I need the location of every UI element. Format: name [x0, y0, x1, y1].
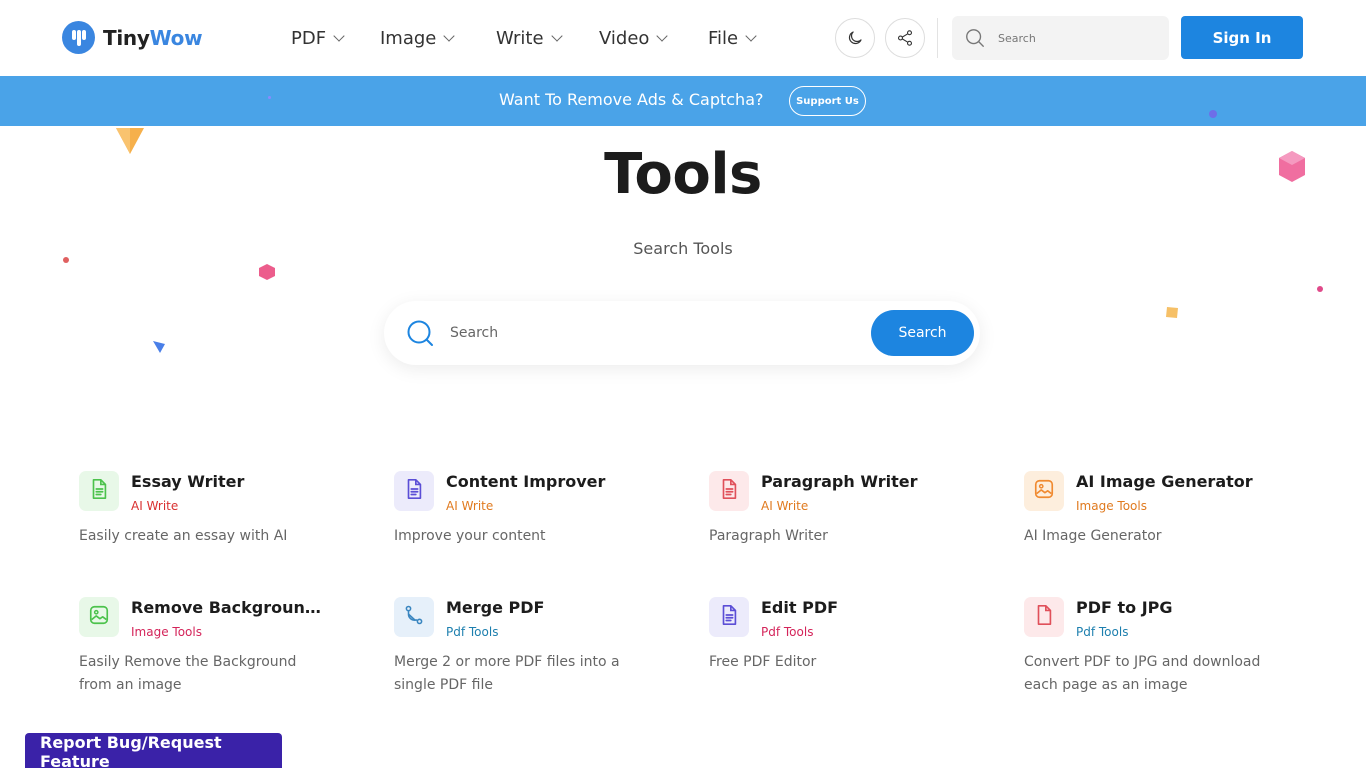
document-icon [718, 604, 740, 630]
nav-image-label: Image [380, 27, 437, 49]
tool-icon-wrap [709, 471, 749, 511]
tool-name[interactable]: Paragraph Writer [761, 472, 951, 491]
tool-icon-wrap [79, 471, 119, 511]
tool-icon-wrap [1024, 471, 1064, 511]
document-icon [88, 478, 110, 504]
document-icon [718, 478, 740, 504]
tool-category[interactable]: AI Write [761, 499, 808, 513]
decorative-dot [1209, 110, 1217, 118]
nav-file[interactable]: File [708, 24, 757, 52]
logo[interactable]: TinyWow [62, 21, 203, 54]
report-bug-button[interactable]: Report Bug/Request Feature [25, 733, 282, 768]
merge-icon [403, 604, 425, 630]
tool-icon-wrap [394, 471, 434, 511]
moon-icon [848, 31, 862, 45]
tool-description: Convert PDF to JPG and download each pag… [1024, 654, 1261, 693]
tool-icon-wrap [709, 597, 749, 637]
image-icon [88, 604, 110, 630]
decorative-shape [259, 264, 275, 280]
header-search [952, 16, 1169, 60]
search-icon [407, 320, 433, 346]
tool-description: Easily Remove the Background from an ima… [79, 654, 297, 693]
tool-description: Paragraph Writer [709, 528, 828, 544]
tool-category[interactable]: AI Write [131, 499, 178, 513]
tool-name[interactable]: Essay Writer [131, 472, 321, 491]
image-icon [1033, 478, 1055, 504]
logo-text-wow: Wow [149, 25, 203, 50]
nav-pdf-label: PDF [291, 27, 327, 49]
nav-video-label: Video [599, 27, 650, 49]
tool-description: Easily create an essay with AI [79, 528, 288, 544]
decorative-shape [1166, 307, 1178, 318]
tool-description: Merge 2 or more PDF files into a single … [394, 654, 620, 693]
tool-search-bar: Search [384, 301, 980, 365]
logo-icon [62, 21, 95, 54]
tool-search-button[interactable]: Search [871, 310, 974, 356]
decorative-shape [153, 341, 165, 353]
page-subtitle: Search Tools [633, 239, 733, 258]
chevron-down-icon [745, 30, 757, 42]
nav-image[interactable]: Image [380, 24, 456, 52]
chevron-down-icon [550, 30, 563, 42]
support-us-button[interactable]: Support Us [789, 86, 866, 116]
tool-description: AI Image Generator [1024, 528, 1162, 544]
promo-banner: Want To Remove Ads & Captcha? Support Us [0, 76, 1366, 126]
tool-category[interactable]: Image Tools [1076, 499, 1147, 513]
tool-name[interactable]: AI Image Generator [1076, 472, 1266, 491]
tool-icon-wrap [1024, 597, 1064, 637]
banner-text: Want To Remove Ads & Captcha? [499, 90, 764, 109]
nav-file-label: File [708, 27, 739, 49]
tool-name[interactable]: Merge PDF [446, 598, 636, 617]
tool-icon-wrap [394, 597, 434, 637]
document-icon [403, 478, 425, 504]
tool-category[interactable]: Image Tools [131, 625, 202, 639]
nav-pdf[interactable]: PDF [291, 24, 345, 52]
nav-video[interactable]: Video [599, 24, 669, 52]
tool-name[interactable]: PDF to JPG [1076, 598, 1266, 617]
nav-write-label: Write [496, 27, 544, 49]
page-title: Tools [604, 142, 762, 207]
tool-category[interactable]: AI Write [446, 499, 493, 513]
share-icon [897, 30, 913, 46]
decorative-dot [268, 96, 271, 99]
logo-text: TinyWow [103, 25, 203, 50]
tool-name[interactable]: Edit PDF [761, 598, 951, 617]
site-header: TinyWow PDF Image Write Video File Sign … [0, 0, 1366, 76]
tool-name[interactable]: Content Improver [446, 472, 636, 491]
tool-search-input[interactable] [450, 321, 830, 345]
logo-text-tiny: Tiny [103, 25, 150, 50]
tool-icon-wrap [79, 597, 119, 637]
share-button[interactable] [885, 18, 925, 58]
decorative-dot [1317, 286, 1323, 292]
header-divider [937, 18, 938, 58]
tool-name[interactable]: Remove Background... [131, 598, 321, 617]
tool-category[interactable]: Pdf Tools [1076, 625, 1128, 639]
tool-description: Improve your content [394, 528, 546, 544]
theme-toggle-button[interactable] [835, 18, 875, 58]
tool-description: Free PDF Editor [709, 654, 817, 670]
sign-in-button[interactable]: Sign In [1181, 16, 1303, 59]
search-icon [966, 29, 984, 47]
nav-write[interactable]: Write [496, 24, 563, 52]
chevron-down-icon [443, 30, 456, 42]
header-search-input[interactable] [998, 31, 1148, 45]
tool-category[interactable]: Pdf Tools [446, 625, 498, 639]
tool-category[interactable]: Pdf Tools [761, 625, 813, 639]
chevron-down-icon [656, 30, 669, 42]
chevron-down-icon [333, 30, 345, 42]
file-icon [1033, 604, 1055, 630]
